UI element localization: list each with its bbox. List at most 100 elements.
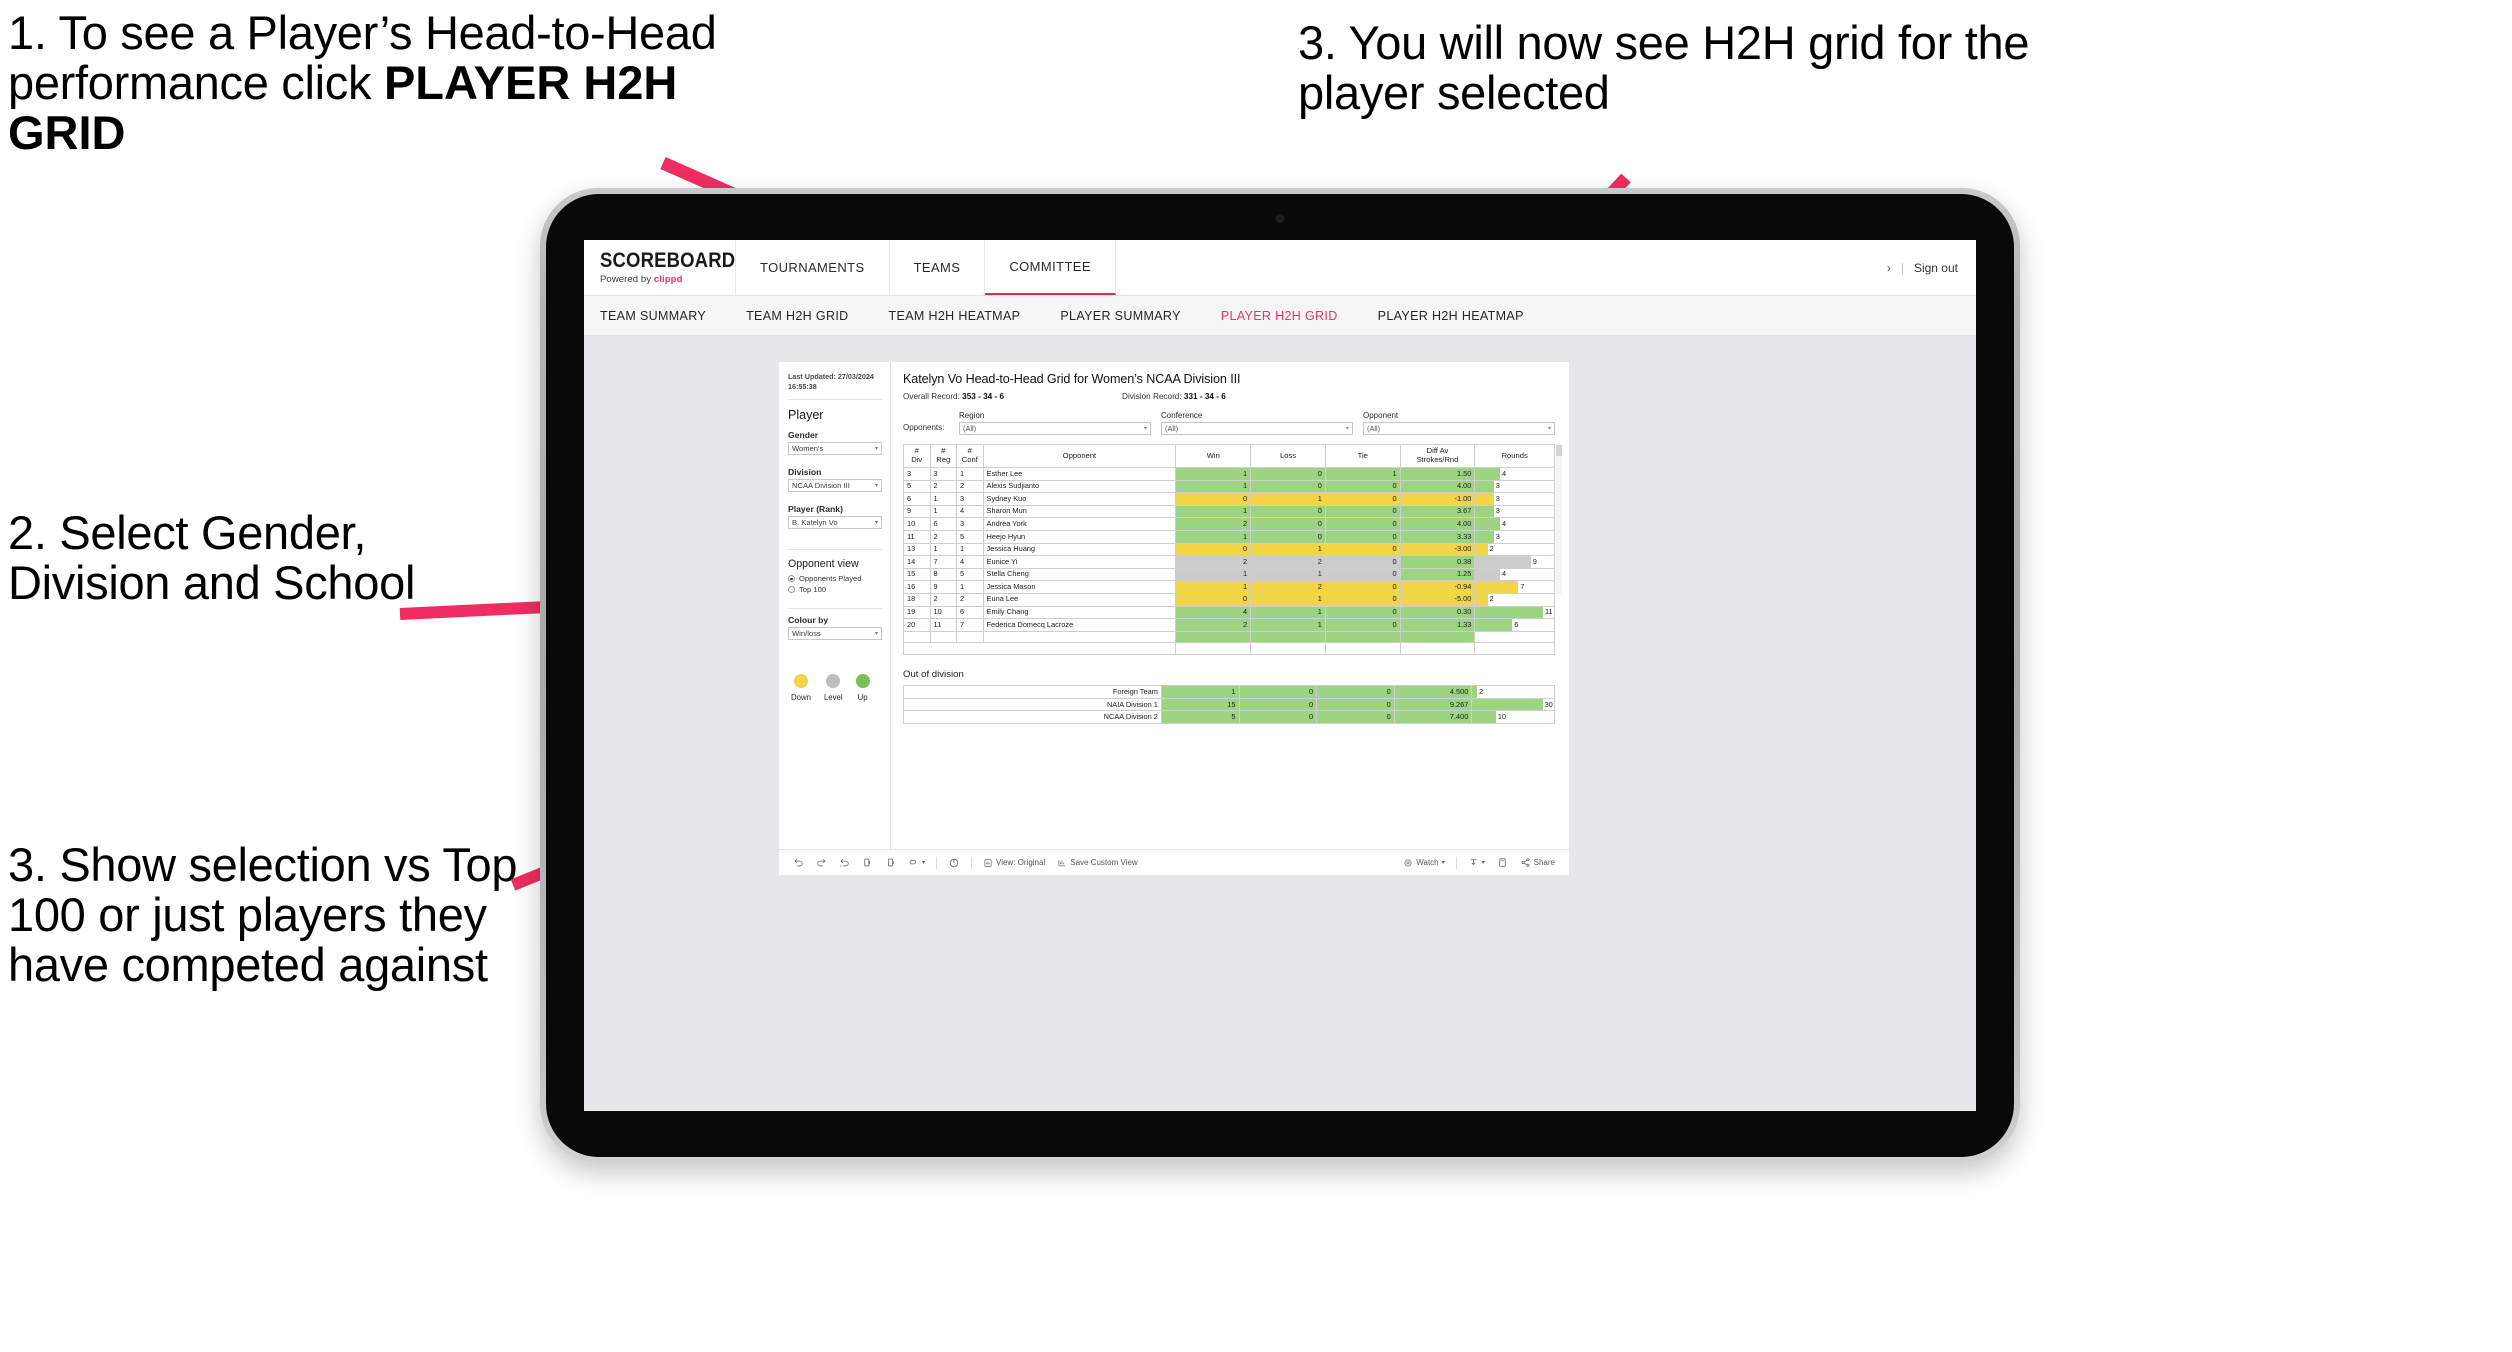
overall-record-label: Overall Record: [903, 392, 963, 401]
cell-loss: 0 [1238, 710, 1318, 724]
chevron-right-icon[interactable]: › [1887, 261, 1891, 275]
table-row[interactable]: 16 9 1 Jessica Mason 1 2 0 -0.94 7 [903, 580, 1555, 594]
legend-label-up: Up [857, 693, 868, 703]
tab-team-h2h-grid[interactable]: TEAM H2H GRID [746, 309, 870, 323]
cell-div: 10 [903, 517, 931, 531]
cell-win: 2 [1175, 555, 1252, 569]
cell-tie: 0 [1316, 697, 1395, 712]
table-row[interactable]: 5 2 2 Alexis Sudjianto 1 0 0 4.00 3 [903, 479, 1555, 494]
col-div[interactable]: # Div [903, 444, 931, 468]
radio-opponents-played[interactable]: Opponents Played [788, 574, 882, 583]
cell-group-name: Foreign Team [903, 684, 1162, 699]
gender-label: Gender [788, 430, 819, 441]
divider [936, 856, 938, 869]
share-button[interactable]: Share [1514, 857, 1561, 868]
tab-player-h2h-grid[interactable]: PLAYER H2H GRID [1221, 309, 1360, 323]
tab-player-summary[interactable]: PLAYER SUMMARY [1060, 309, 1202, 323]
region-select[interactable]: (All) ▾ [959, 422, 1151, 435]
cell-win: 2 [1175, 618, 1252, 632]
table-row[interactable]: 11 2 5 Heejo Hyun 1 0 0 3.33 3 [903, 529, 1555, 544]
nav-teams[interactable]: TEAMS [890, 240, 986, 295]
tableau-viz: Last Updated: 27/03/2024 16:55:38 Player… [779, 362, 1569, 875]
table-row[interactable]: 18 2 2 Euna Lee 0 1 0 -5.00 2 [903, 592, 1555, 607]
nav-committee[interactable]: COMMITTEE [985, 240, 1116, 295]
tab-team-summary[interactable]: TEAM SUMMARY [600, 309, 728, 323]
cell-rounds: 3 [1474, 492, 1555, 506]
gender-select[interactable]: Women's ▾ [788, 442, 882, 456]
out-of-division-row[interactable]: NCAA Division 2 5 0 0 7.400 10 [903, 710, 1555, 724]
cell-win: 0 [1175, 542, 1252, 557]
table-row[interactable]: 15 8 5 Stella Cheng 1 1 0 1.25 4 [903, 567, 1555, 582]
table-row[interactable]: 3 3 1 Esther Lee 1 0 1 1.50 4 [903, 467, 1555, 481]
table-row[interactable]: 19 10 6 Emily Chang 4 1 0 0.30 11 [903, 605, 1555, 620]
cell-tie: 0 [1316, 684, 1395, 699]
grid-scrollbar-track[interactable] [1556, 444, 1562, 594]
rounds-bar [1475, 505, 1494, 518]
tab-team-h2h-heatmap[interactable]: TEAM H2H HEATMAP [889, 309, 1043, 323]
sign-out-link[interactable]: Sign out [1914, 261, 1958, 275]
cell-div: 3 [903, 467, 931, 481]
pause-button[interactable] [879, 857, 902, 868]
download-button[interactable]: ▾ [1462, 857, 1491, 868]
table-row[interactable]: 9 1 4 Sharon Mun 1 0 0 3.67 3 [903, 504, 1555, 519]
out-of-division-row[interactable]: Foreign Team 1 0 0 4.500 2 [903, 684, 1555, 699]
col-diff[interactable]: Diff Av Strokes/Rnd [1399, 444, 1476, 468]
rounds-value: 7 [1520, 581, 1525, 591]
cell-loss: 0 [1238, 684, 1318, 699]
cell-partial [956, 630, 984, 644]
highlight-button[interactable]: ▾ [902, 857, 931, 868]
colour-by-select[interactable]: Win/loss ▾ [788, 627, 882, 641]
cell-div: 15 [903, 567, 931, 582]
table-row[interactable]: 14 7 4 Eunice Yi 2 2 0 0.38 9 [903, 555, 1555, 569]
rounds-value: 30 [1544, 699, 1553, 709]
undo-button[interactable] [787, 857, 810, 868]
rounds-bar [1472, 711, 1496, 723]
h2h-grid-table: # Div # Reg # Conf Opponent Win Loss Tie Di… [902, 444, 1555, 655]
division-select[interactable]: NCAA Division III ▾ [788, 479, 882, 493]
col-opponent[interactable]: Opponent [982, 444, 1177, 468]
watch-button[interactable]: Watch ▾ [1397, 858, 1450, 868]
cell-opponent: Emily Chang [982, 605, 1177, 620]
save-custom-view-button[interactable]: Save Custom View [1051, 858, 1143, 868]
view-original-button[interactable]: View: Original [977, 858, 1051, 868]
cell-tie: 0 [1324, 592, 1401, 607]
table-row[interactable]: 13 1 1 Jessica Huang 0 1 0 -3.00 2 [903, 542, 1555, 557]
cell-tie: 0 [1324, 567, 1401, 582]
col-tie[interactable]: Tie [1324, 444, 1401, 468]
table-row[interactable]: 20 11 7 Federica Domecq Lacroze 2 1 0 1.33 6 [903, 618, 1555, 632]
last-updated-label: Last Updated: 27/03/2024 16:55:38 [788, 372, 874, 391]
conference-label: Conference [1161, 411, 1203, 420]
cell-reg: 10 [929, 605, 958, 620]
brand-logo[interactable]: SCOREBOARD Powered by clippd [584, 240, 736, 295]
cell-tie: 0 [1324, 542, 1401, 557]
cell-reg: 1 [929, 492, 958, 506]
radio-top-100[interactable]: Top 100 [788, 585, 882, 594]
table-row[interactable]: 10 6 3 Andrea York 2 0 0 4.00 4 [903, 517, 1555, 531]
grid-scrollbar-thumb[interactable] [1556, 445, 1562, 456]
col-win[interactable]: Win [1175, 444, 1252, 468]
col-loss[interactable]: Loss [1250, 444, 1326, 468]
viz-body: Last Updated: 27/03/2024 16:55:38 Player… [779, 362, 1569, 849]
opponent-select[interactable]: (All) ▾ [1363, 422, 1555, 435]
nav-tournaments[interactable]: TOURNAMENTS [736, 240, 890, 295]
tab-player-h2h-heatmap[interactable]: PLAYER H2H HEATMAP [1378, 309, 1546, 323]
player-rank-select[interactable]: B. Katelyn Vo ▾ [788, 516, 882, 530]
cell-partial [1250, 630, 1326, 644]
chevron-down-icon: ▾ [874, 446, 878, 453]
conference-select[interactable]: (All) ▾ [1161, 422, 1353, 435]
chevron-down-icon: ▾ [1345, 426, 1349, 432]
revert-button[interactable] [833, 857, 856, 868]
out-of-division-body: Foreign Team 1 0 0 4.500 2 NAIA Division 1 15 0 0… [903, 684, 1555, 724]
fullscreen-button[interactable] [1491, 857, 1514, 868]
reset-button[interactable] [942, 857, 966, 869]
colour-by-value: Win/loss [792, 629, 821, 639]
out-of-division-row[interactable]: NAIA Division 1 15 0 0 9.267 30 [903, 697, 1555, 712]
table-row[interactable]: 6 1 3 Sydney Kuo 0 1 0 -1.00 3 [903, 492, 1555, 506]
refresh-button[interactable] [856, 857, 879, 868]
annotation-step-1: 1. To see a Player’s Head-to-Head perfor… [8, 8, 768, 157]
redo-button[interactable] [810, 857, 833, 868]
col-conf[interactable]: # Conf [956, 444, 984, 468]
col-rounds[interactable]: Rounds [1474, 444, 1555, 468]
col-reg[interactable]: # Reg [929, 444, 958, 468]
cell-div: 9 [903, 504, 931, 519]
